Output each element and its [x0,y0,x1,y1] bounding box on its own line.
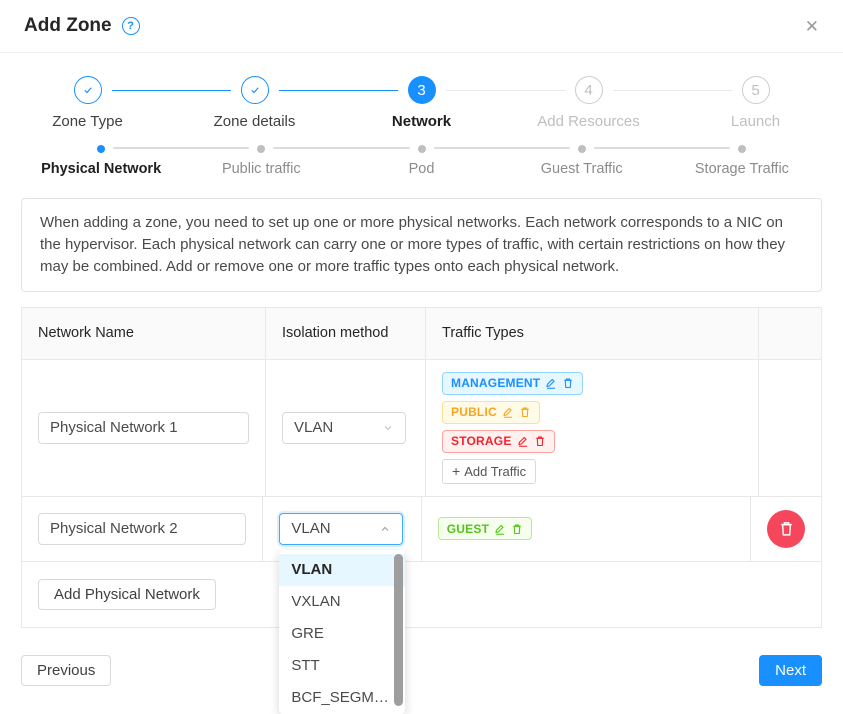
delete-network-button[interactable] [767,510,805,548]
chevron-down-icon [382,422,394,434]
dialog-header: Add Zone ? ✕ [0,0,843,53]
delete-icon[interactable] [511,523,523,535]
cell-isolation-method: VLAN VLAN VXLAN GRE STT BCF_SEGM… [263,497,421,561]
column-header-isolation-method: Isolation method [266,308,426,359]
previous-button[interactable]: Previous [21,655,111,686]
cell-network-name [22,360,266,496]
step-label: Add Resources [505,113,672,130]
step-number: 3 [417,82,425,99]
step-label: Zone Type [4,113,171,130]
dialog-footer: Previous Next [21,655,822,686]
check-icon [249,84,261,96]
dropdown-scrollbar[interactable] [394,554,403,706]
zone-network-info-text: When adding a zone, you need to set up o… [21,198,822,292]
delete-icon[interactable] [534,435,546,447]
tag-label: PUBLIC [451,405,497,419]
step-circle: 4 [575,76,603,104]
add-traffic-label: Add Traffic [464,464,526,479]
column-header-traffic-types: Traffic Types [426,308,759,359]
substep-label: Pod [341,161,501,177]
step-number: 4 [584,82,592,99]
network-name-input[interactable] [38,513,246,545]
wizard-steps: Zone Type Zone details 3 Network 4 Add R… [0,53,843,130]
column-header-actions [759,308,821,359]
tag-label: MANAGEMENT [451,376,540,390]
substep-storage-traffic: Storage Traffic [662,145,822,177]
substep-label: Physical Network [21,161,181,177]
chevron-up-icon [379,523,391,535]
step-label: Zone details [171,113,338,130]
edit-icon[interactable] [494,523,506,535]
substep-guest-traffic: Guest Traffic [502,145,662,177]
close-icon[interactable]: ✕ [805,18,819,35]
tag-label: STORAGE [451,434,512,448]
dropdown-option-gre[interactable]: GRE [279,618,405,650]
dropdown-option-bcf-segment[interactable]: BCF_SEGM… [279,682,405,714]
plus-icon: + [452,464,460,478]
delete-icon[interactable] [519,406,531,418]
step-add-resources: 4 Add Resources [505,76,672,130]
substep-label: Public traffic [181,161,341,177]
substep-physical-network: Physical Network [21,145,181,177]
step-circle: 3 [408,76,436,104]
isolation-method-select[interactable]: VLAN [279,513,403,545]
step-label: Launch [672,113,839,130]
edit-icon[interactable] [502,406,514,418]
traffic-tag-guest: GUEST [438,517,532,540]
step-launch: 5 Launch [672,76,839,130]
add-physical-network-button[interactable]: Add Physical Network [38,579,216,610]
traffic-tag-public: PUBLIC [442,401,540,424]
step-zone-details: Zone details [171,76,338,130]
cell-actions [751,497,821,561]
cell-isolation-method: VLAN [266,360,426,496]
table-footer-row: Add Physical Network [22,562,821,627]
dropdown-option-stt[interactable]: STT [279,650,405,682]
substep-public-traffic: Public traffic [181,145,341,177]
add-traffic-button[interactable]: + Add Traffic [442,459,536,484]
select-value: VLAN [294,419,333,436]
step-number: 5 [751,82,759,99]
step-circle [241,76,269,104]
tag-label: GUEST [447,522,489,536]
cell-actions [759,360,821,496]
dialog-title: Add Zone [24,15,112,37]
help-icon[interactable]: ? [122,17,140,35]
step-dot-icon [97,145,105,153]
step-circle [74,76,102,104]
traffic-tag-storage: STORAGE [442,430,555,453]
isolation-method-dropdown: VLAN VXLAN GRE STT BCF_SEGM… [279,550,405,714]
physical-network-table: Network Name Isolation method Traffic Ty… [21,307,822,628]
edit-icon[interactable] [517,435,529,447]
table-row: VLAN VLAN VXLAN GRE STT BCF_SEGM… GUEST [22,497,821,562]
select-value: VLAN [291,520,330,537]
network-sub-steps: Physical Network Public traffic Pod Gues… [21,145,822,177]
step-zone-type: Zone Type [4,76,171,130]
table-header-row: Network Name Isolation method Traffic Ty… [22,308,821,360]
dropdown-option-vlan[interactable]: VLAN [279,554,405,586]
table-row: VLAN MANAGEMENT PUBLIC STORAGE [22,360,821,497]
step-network: 3 Network [338,76,505,130]
cell-traffic-types: MANAGEMENT PUBLIC STORAGE + Add Traffic [426,360,759,496]
isolation-method-select[interactable]: VLAN [282,412,406,444]
substep-label: Guest Traffic [502,161,662,177]
delete-icon[interactable] [562,377,574,389]
column-header-network-name: Network Name [22,308,266,359]
next-button[interactable]: Next [759,655,822,686]
traffic-tag-management: MANAGEMENT [442,372,583,395]
network-name-input[interactable] [38,412,249,444]
substep-label: Storage Traffic [662,161,822,177]
substep-pod: Pod [341,145,501,177]
step-dot-icon [418,145,426,153]
edit-icon[interactable] [545,377,557,389]
delete-icon [778,520,795,537]
step-dot-icon [257,145,265,153]
step-label: Network [338,113,505,130]
check-icon [82,84,94,96]
step-circle: 5 [742,76,770,104]
cell-network-name [22,497,263,561]
step-dot-icon [738,145,746,153]
step-dot-icon [578,145,586,153]
dropdown-option-vxlan[interactable]: VXLAN [279,586,405,618]
cell-traffic-types: GUEST [422,497,751,561]
